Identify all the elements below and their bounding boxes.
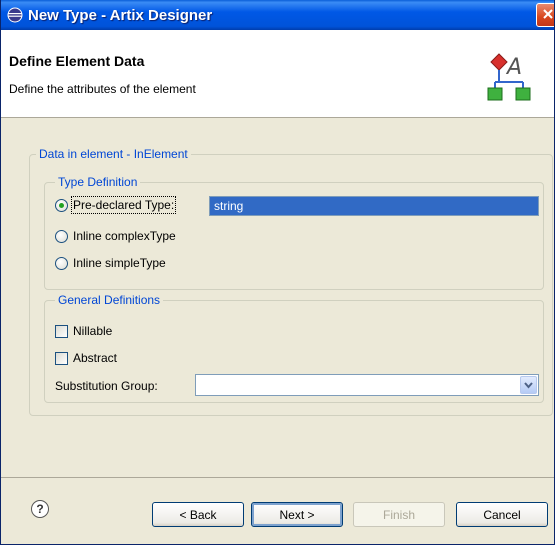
data-in-element-group: Data in element - InElement Type Definit…: [29, 147, 553, 416]
data-in-element-label: Data in element - InElement: [36, 147, 191, 161]
general-definitions-group: General Definitions Nillable Abstract Su…: [44, 293, 544, 403]
finish-button[interactable]: Finish: [353, 502, 445, 527]
type-hierarchy-icon: A: [485, 50, 541, 106]
wizard-footer: ? < Back Next > Finish Cancel: [1, 477, 554, 544]
help-icon[interactable]: ?: [31, 500, 49, 518]
nillable-label: Nillable: [73, 324, 113, 338]
wizard-content: Data in element - InElement Type Definit…: [1, 119, 554, 477]
inline-simpletype-label: Inline simpleType: [73, 256, 166, 270]
substitution-group-label: Substitution Group:: [55, 379, 158, 393]
radio-checked-icon: [55, 198, 68, 212]
nillable-checkbox[interactable]: Nillable: [55, 324, 112, 338]
radio-unchecked-icon: [55, 229, 68, 243]
next-button[interactable]: Next >: [251, 502, 343, 527]
predeclared-type-input[interactable]: string: [209, 196, 539, 216]
title-bar[interactable]: New Type - Artix Designer: [1, 0, 554, 30]
chevron-down-icon: [524, 378, 533, 392]
checkbox-icon: [55, 351, 68, 365]
window-title: New Type - Artix Designer: [28, 6, 213, 24]
eclipse-icon: [7, 7, 23, 23]
wizard-header: Define Element Data Define the attribute…: [1, 30, 554, 118]
page-title: Define Element Data: [9, 53, 145, 69]
radio-unchecked-icon: [55, 256, 68, 270]
predeclared-type-label: Pre-declared Type:: [70, 196, 177, 214]
cancel-button[interactable]: Cancel: [456, 502, 548, 527]
type-definition-label: Type Definition: [55, 175, 141, 189]
abstract-checkbox[interactable]: Abstract: [55, 351, 117, 365]
svg-text:A: A: [505, 55, 522, 80]
inline-simpletype-radio[interactable]: Inline simpleType: [55, 256, 166, 270]
inline-complextype-label: Inline complexType: [73, 229, 176, 243]
type-definition-group: Type Definition Pre-declared Type: strin…: [44, 175, 544, 290]
close-icon: [542, 8, 554, 23]
back-button[interactable]: < Back: [152, 502, 244, 527]
inline-complextype-radio[interactable]: Inline complexType: [55, 229, 176, 243]
close-button[interactable]: [536, 3, 554, 27]
abstract-label: Abstract: [73, 351, 118, 365]
general-definitions-label: General Definitions: [55, 293, 164, 307]
dropdown-button[interactable]: [520, 376, 537, 394]
substitution-group-combo[interactable]: [195, 374, 539, 396]
checkbox-icon: [55, 324, 68, 338]
page-description: Define the attributes of the element: [9, 82, 196, 96]
dialog-window: New Type - Artix Designer Define Element…: [0, 0, 555, 545]
predeclared-type-radio[interactable]: Pre-declared Type:: [55, 196, 177, 214]
